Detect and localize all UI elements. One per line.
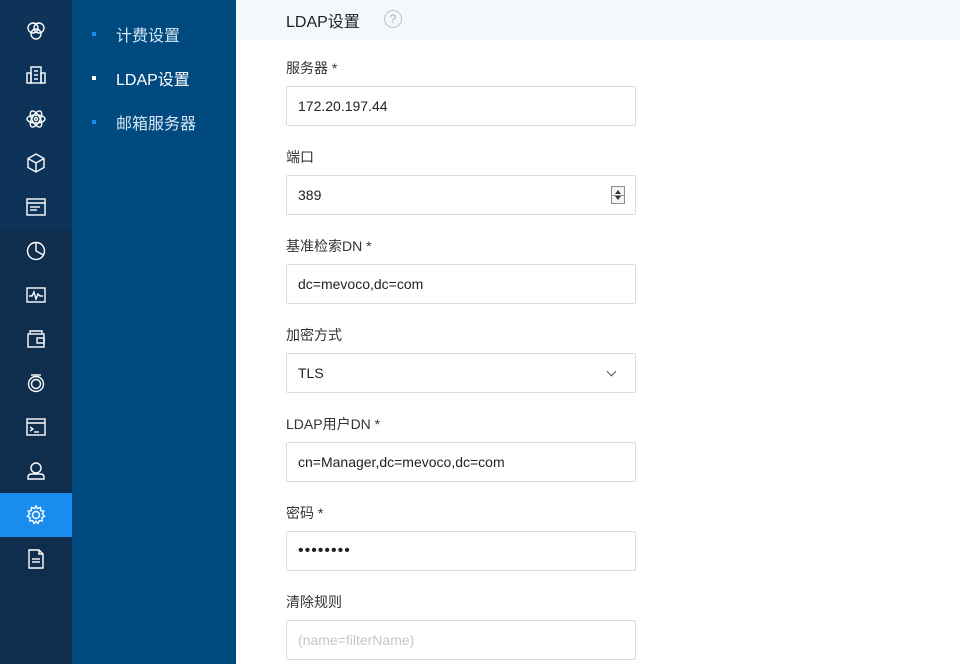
bullet-icon: [92, 76, 96, 80]
overview-icon: [27, 22, 45, 40]
port-stepper[interactable]: [611, 186, 625, 204]
stepper-up-icon[interactable]: [615, 190, 621, 194]
main-content: LDAP设置 ? 服务器 * 172.20.197.44 端口 389 基准检索…: [236, 0, 960, 664]
user-dn-input[interactable]: cn=Manager,dc=mevoco,dc=com: [286, 442, 636, 482]
gear-icon: [26, 504, 46, 525]
cube-icon: [27, 153, 45, 173]
server-label: 服务器 *: [286, 60, 338, 76]
rail-item-pie-chart[interactable]: [0, 229, 72, 273]
encryption-value: TLS: [298, 365, 324, 381]
alarm-icon: [27, 374, 45, 393]
document-icon: [28, 549, 44, 569]
port-label: 端口: [286, 149, 314, 165]
base-dn-label: 基准检索DN *: [286, 238, 372, 254]
rail-item-list-window[interactable]: [0, 185, 72, 229]
help-icon[interactable]: ?: [384, 10, 402, 28]
pie-chart-icon: [26, 241, 46, 261]
user-dn-label: LDAP用户DN *: [286, 416, 381, 432]
chevron-down-icon: [606, 366, 617, 377]
filter-label: 清除规则: [286, 594, 342, 610]
filter-placeholder: (name=filterName): [298, 632, 415, 648]
list-window-icon: [26, 198, 46, 216]
server-value: 172.20.197.44: [298, 98, 388, 114]
submenu-item-billing[interactable]: 计费设置: [72, 12, 236, 56]
rail-item-atom[interactable]: [0, 97, 72, 141]
rail-item-alarm[interactable]: [0, 361, 72, 405]
password-value: ••••••••: [298, 542, 351, 559]
user-icon: [27, 462, 45, 480]
password-input[interactable]: ••••••••: [286, 531, 636, 571]
server-input[interactable]: 172.20.197.44: [286, 86, 636, 126]
base-dn-value: dc=mevoco,dc=com: [298, 276, 424, 292]
submenu-item-mail-server[interactable]: 邮箱服务器: [72, 100, 236, 144]
bullet-icon: [92, 32, 96, 36]
base-dn-input[interactable]: dc=mevoco,dc=com: [286, 264, 636, 304]
port-input[interactable]: 389: [286, 175, 636, 215]
atom-icon: [26, 110, 46, 128]
settings-submenu: 计费设置 LDAP设置 邮箱服务器: [72, 0, 236, 664]
rail-item-building[interactable]: [0, 53, 72, 97]
rail-item-monitor[interactable]: [0, 273, 72, 317]
rail-item-cube[interactable]: [0, 141, 72, 185]
port-value: 389: [298, 187, 322, 203]
rail-item-wallet[interactable]: [0, 317, 72, 361]
rail-item-overview[interactable]: [0, 9, 72, 53]
rail-item-user[interactable]: [0, 449, 72, 493]
user-dn-value: cn=Manager,dc=mevoco,dc=com: [298, 454, 505, 470]
stepper-down-icon[interactable]: [615, 196, 621, 200]
page-title: LDAP设置: [286, 14, 360, 31]
encryption-select[interactable]: TLS: [286, 353, 636, 393]
monitor-icon: [26, 287, 46, 303]
bullet-icon: [92, 120, 96, 124]
submenu-item-ldap[interactable]: LDAP设置: [72, 56, 236, 100]
building-icon: [26, 66, 46, 84]
filter-input[interactable]: (name=filterName): [286, 620, 636, 660]
submenu-item-label: LDAP设置: [116, 72, 190, 89]
page-header: LDAP设置 ?: [236, 0, 960, 40]
encryption-label: 加密方式: [286, 327, 342, 343]
rail-item-settings[interactable]: [0, 493, 72, 537]
wallet-icon: [27, 330, 45, 348]
submenu-item-label: 邮箱服务器: [116, 116, 197, 133]
icon-rail: [0, 0, 72, 664]
password-label: 密码 *: [286, 505, 324, 521]
terminal-icon: [26, 418, 46, 436]
submenu-item-label: 计费设置: [116, 28, 181, 45]
rail-item-terminal[interactable]: [0, 405, 72, 449]
rail-item-document[interactable]: [0, 537, 72, 581]
